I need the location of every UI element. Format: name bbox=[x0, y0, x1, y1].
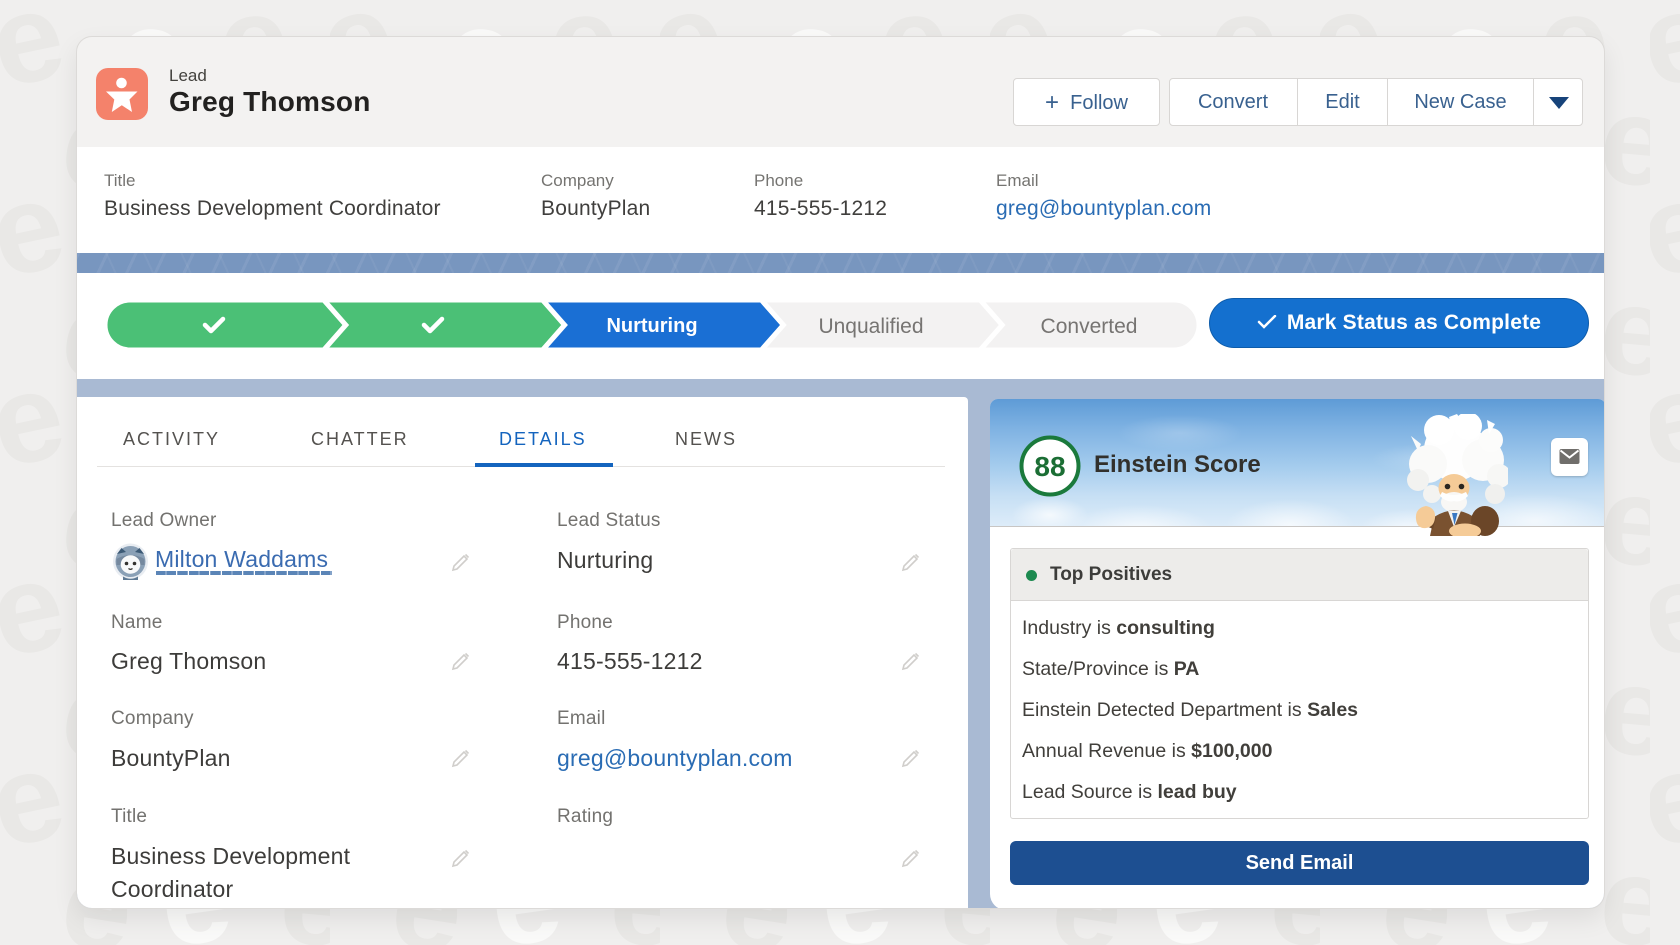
svg-text:88: 88 bbox=[1034, 451, 1065, 482]
svg-text:Converted: Converted bbox=[1041, 315, 1138, 338]
svg-text:Unqualified: Unqualified bbox=[818, 315, 923, 338]
svg-text:Nurturing: Nurturing bbox=[606, 315, 697, 337]
